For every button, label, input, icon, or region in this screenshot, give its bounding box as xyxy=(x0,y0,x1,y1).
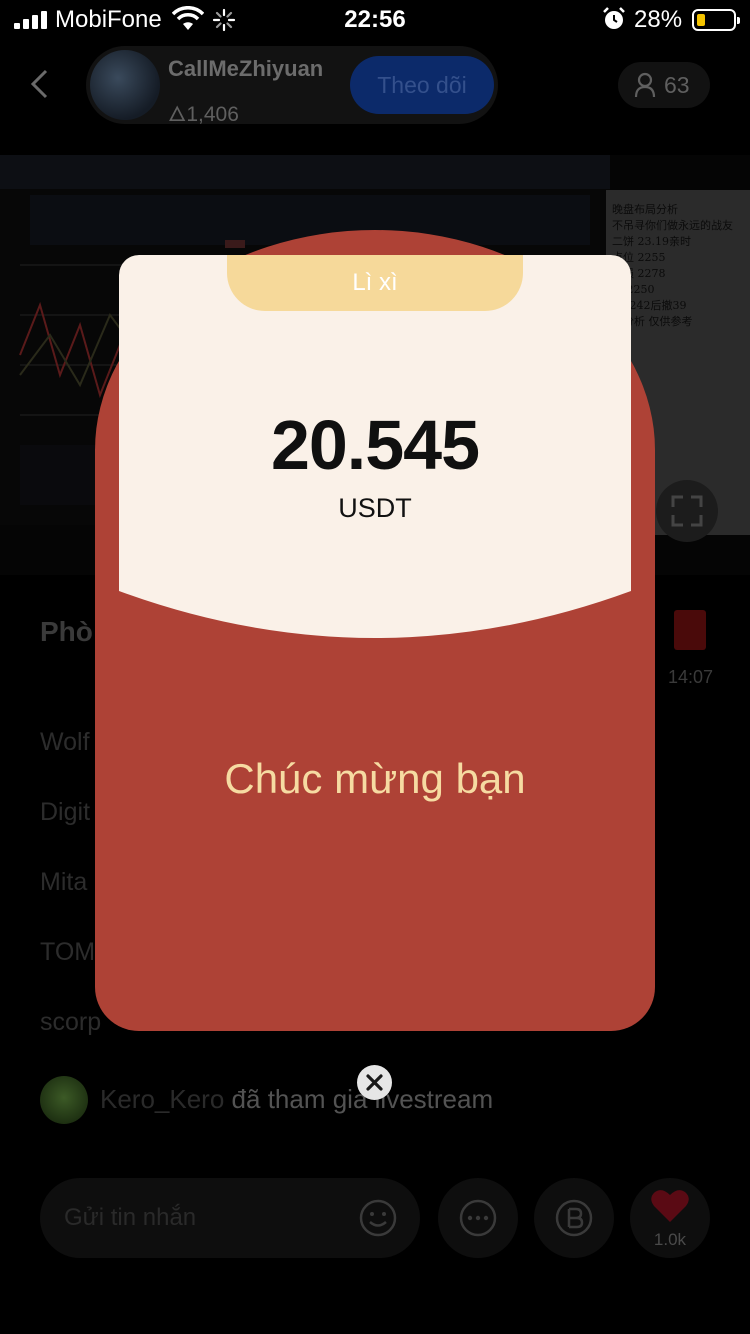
fullscreen-icon xyxy=(671,495,703,527)
message-input[interactable]: Gửi tin nhắn xyxy=(40,1178,420,1258)
more-icon xyxy=(459,1199,497,1237)
reward-amount: 20.545 xyxy=(270,406,480,484)
chat-message: scorp xyxy=(40,1008,102,1036)
host-avatar[interactable] xyxy=(90,50,160,120)
joined-username: Kero_Kero xyxy=(100,1084,225,1114)
like-button[interactable]: 1.0k xyxy=(630,1178,710,1258)
envelope-card: Lì xì 20.545 USDT xyxy=(119,255,631,638)
fullscreen-button[interactable] xyxy=(656,480,718,542)
follow-button[interactable]: Theo dõi xyxy=(350,56,494,114)
message-placeholder: Gửi tin nhắn xyxy=(64,1204,197,1231)
chat-message: Digit xyxy=(40,798,91,826)
person-icon xyxy=(634,72,656,98)
envelope-tab-label: Lì xì xyxy=(352,269,398,296)
status-bar: MobiFone 22:56 28% xyxy=(0,0,750,40)
host-info[interactable]: CallMeZhiyuan 🜂1,406 Theo dõi xyxy=(86,46,498,126)
viewer-count: 63 xyxy=(664,72,690,98)
close-icon xyxy=(366,1074,383,1091)
room-title: Phò xyxy=(40,616,93,647)
bottom-bar: Gửi tin nhắn 1.0k xyxy=(0,1178,750,1268)
host-name: CallMeZhiyuan xyxy=(168,56,324,81)
avatar xyxy=(40,1076,88,1124)
coin-icon xyxy=(555,1199,593,1237)
gift-icon[interactable] xyxy=(674,610,706,650)
alarm-icon xyxy=(603,7,625,29)
close-button[interactable] xyxy=(357,1065,392,1100)
viewer-count-badge[interactable]: 63 xyxy=(618,62,710,108)
battery-percentage: 28% xyxy=(634,6,683,33)
more-button[interactable] xyxy=(438,1178,518,1258)
emoji-icon[interactable] xyxy=(358,1198,398,1238)
stream-header: CallMeZhiyuan 🜂1,406 Theo dõi 63 xyxy=(0,40,750,130)
chat-message: TOM xyxy=(40,938,96,966)
flame-icon: 🜂 xyxy=(168,103,187,126)
envelope-tab: Lì xì xyxy=(227,255,523,311)
chat-message: Wolf xyxy=(40,728,90,756)
chat-message: Mita xyxy=(40,868,88,896)
heart-icon xyxy=(651,1190,689,1222)
host-fans: 🜂1,406 xyxy=(168,103,239,126)
gift-time: 14:07 xyxy=(668,667,714,687)
coin-button[interactable] xyxy=(534,1178,614,1258)
reward-currency: USDT xyxy=(338,493,412,523)
like-count: 1.0k xyxy=(653,1230,687,1249)
congrats-message: Chúc mừng bạn xyxy=(224,755,526,802)
back-arrow-icon[interactable] xyxy=(28,68,50,100)
battery-icon xyxy=(692,9,740,31)
join-message: Kero_Kero đã tham gia livestream xyxy=(100,1084,493,1115)
